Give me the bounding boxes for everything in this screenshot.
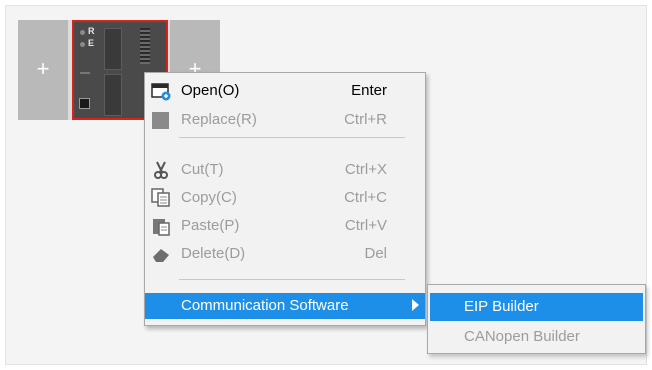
- empty-slot-left[interactable]: +: [18, 20, 68, 120]
- scissors-icon: [151, 160, 171, 180]
- communication-software-submenu: EIP Builder CANopen Builder: [427, 284, 646, 354]
- submenu-item-label: CANopen Builder: [464, 328, 580, 345]
- led-e-icon: [80, 42, 85, 47]
- eraser-icon: [151, 244, 171, 264]
- menu-item-label: Open(O): [181, 82, 240, 99]
- submenu-arrow-icon: [412, 299, 419, 311]
- menu-item-shortcut: Ctrl+R: [344, 111, 387, 128]
- replace-icon: [151, 110, 171, 130]
- menu-item-shortcut: Del: [364, 245, 387, 262]
- submenu-item-eip-builder[interactable]: EIP Builder: [430, 293, 643, 321]
- menu-item-label: Communication Software: [181, 297, 349, 314]
- menu-item-label: Paste(P): [181, 217, 240, 234]
- menu-item-label: Copy(C): [181, 189, 237, 206]
- menu-separator: [179, 279, 405, 280]
- menu-item-shortcut: Ctrl+X: [344, 161, 387, 178]
- menu-item-label: Replace(R): [181, 111, 257, 128]
- cpu-panel-top: [104, 28, 122, 70]
- window-icon: [151, 81, 171, 101]
- menu-item-shortcut: Ctrl+V: [344, 217, 387, 234]
- cpu-port-icon: [79, 98, 90, 109]
- cpu-indicator: [80, 72, 90, 74]
- led-r-icon: [80, 30, 85, 35]
- menu-item-shortcut: Ctrl+C: [344, 189, 387, 206]
- menu-item-label: Cut(T): [181, 161, 224, 178]
- cpu-panel-bottom: [104, 74, 122, 116]
- menu-item-replace[interactable]: Replace(R) Ctrl+R: [145, 107, 425, 133]
- menu-item-communication-software[interactable]: Communication Software: [145, 293, 425, 319]
- submenu-item-label: EIP Builder: [464, 298, 539, 315]
- menu-item-open[interactable]: Open(O) Enter: [145, 78, 425, 104]
- menu-item-shortcut: Enter: [351, 82, 387, 99]
- menu-separator: [179, 137, 405, 138]
- submenu-item-canopen-builder[interactable]: CANopen Builder: [430, 323, 643, 351]
- menu-item-delete[interactable]: Delete(D) Del: [145, 241, 425, 267]
- menu-item-cut[interactable]: Cut(T) Ctrl+X: [145, 157, 425, 183]
- menu-item-paste[interactable]: Paste(P) Ctrl+V: [145, 213, 425, 239]
- cpu-connector-icon: [140, 28, 150, 64]
- context-menu: Open(O) Enter Replace(R) Ctrl+R Cut(T) C…: [144, 72, 426, 326]
- menu-item-label: Delete(D): [181, 245, 246, 262]
- paste-icon: [151, 216, 171, 236]
- menu-item-copy[interactable]: Copy(C) Ctrl+C: [145, 185, 425, 211]
- copy-icon: [151, 188, 171, 208]
- add-module-plus-icon[interactable]: +: [18, 56, 68, 82]
- led-e-label: E: [88, 38, 95, 48]
- led-r-label: R: [88, 26, 95, 36]
